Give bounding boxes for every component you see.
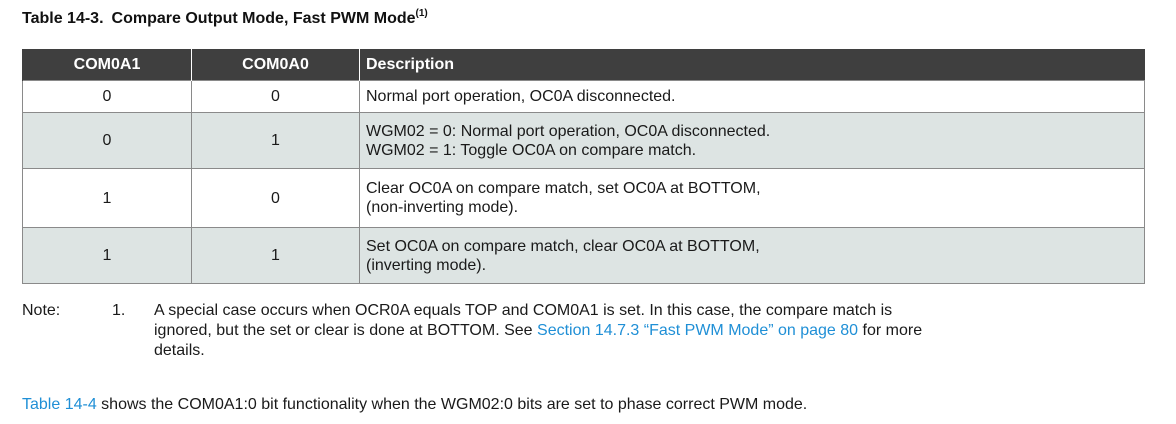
cell-com0a0: 1: [191, 227, 360, 284]
header-description: Description: [359, 49, 1145, 81]
table-link[interactable]: Table 14-4: [22, 396, 97, 413]
header-com0a0: COM0A0: [191, 49, 360, 81]
paragraph-text: shows the COM0A1:0 bit functionality whe…: [96, 396, 808, 413]
note-number: 1.: [112, 302, 126, 319]
table-row: 0 1 WGM02 = 0: Normal port operation, OC…: [22, 112, 1145, 169]
note-label: Note:: [22, 302, 61, 319]
description-line: (non-inverting mode).: [366, 199, 519, 216]
description-line: (inverting mode).: [366, 256, 487, 274]
table-title: Compare Output Mode, Fast PWM Mode: [111, 10, 416, 27]
description-line: Set OC0A on compare match, clear OC0A at…: [366, 237, 760, 255]
cell-com0a1: 1: [22, 168, 192, 228]
table-row: 0 0 Normal port operation, OC0A disconne…: [22, 80, 1145, 113]
body-paragraph: Table 14-4 shows the COM0A1:0 bit functi…: [22, 396, 807, 414]
note-line: ignored, but the set or clear is done at…: [154, 321, 1154, 341]
cell-com0a1: 1: [22, 227, 192, 284]
cell-com0a0: 0: [191, 168, 360, 228]
cell-com0a0: 1: [191, 112, 360, 169]
description-line: Normal port operation, OC0A disconnected…: [366, 88, 676, 105]
description-line: Clear OC0A on compare match, set OC0A at…: [366, 180, 761, 197]
cell-description: Set OC0A on compare match, clear OC0A at…: [359, 227, 1145, 284]
table-row: 1 1 Set OC0A on compare match, clear OC0…: [22, 227, 1145, 284]
compare-output-mode-table: COM0A1 COM0A0 Description 0 0 Normal por…: [22, 49, 1145, 284]
note-line: details.: [154, 342, 205, 359]
description-line: WGM02 = 0: Normal port operation, OC0A d…: [366, 122, 771, 140]
note-text-fragment: for more: [858, 322, 923, 339]
table-caption: Table 14-3. Compare Output Mode, Fast PWM…: [22, 8, 428, 28]
section-link[interactable]: Section 14.7.3 “Fast PWM Mode” on page 8…: [537, 322, 858, 339]
cell-com0a0: 0: [191, 80, 360, 113]
note-text: A special case occurs when OCR0A equals …: [154, 301, 1154, 361]
cell-com0a1: 0: [22, 112, 192, 169]
note-line: A special case occurs when OCR0A equals …: [154, 302, 893, 319]
cell-com0a1: 0: [22, 80, 192, 113]
footnote-ref: (1): [415, 8, 428, 19]
description-line: WGM02 = 1: Toggle OC0A on compare match.: [366, 141, 697, 159]
header-com0a1: COM0A1: [22, 49, 192, 81]
table-number: Table 14-3.: [22, 10, 104, 27]
cell-description: WGM02 = 0: Normal port operation, OC0A d…: [359, 112, 1145, 169]
note-text-fragment: ignored, but the set or clear is done at…: [154, 322, 538, 339]
table-header-row: COM0A1 COM0A0 Description: [22, 49, 1145, 81]
table-row: 1 0 Clear OC0A on compare match, set OC0…: [22, 168, 1145, 228]
cell-description: Normal port operation, OC0A disconnected…: [359, 80, 1145, 113]
cell-description: Clear OC0A on compare match, set OC0A at…: [359, 168, 1145, 228]
